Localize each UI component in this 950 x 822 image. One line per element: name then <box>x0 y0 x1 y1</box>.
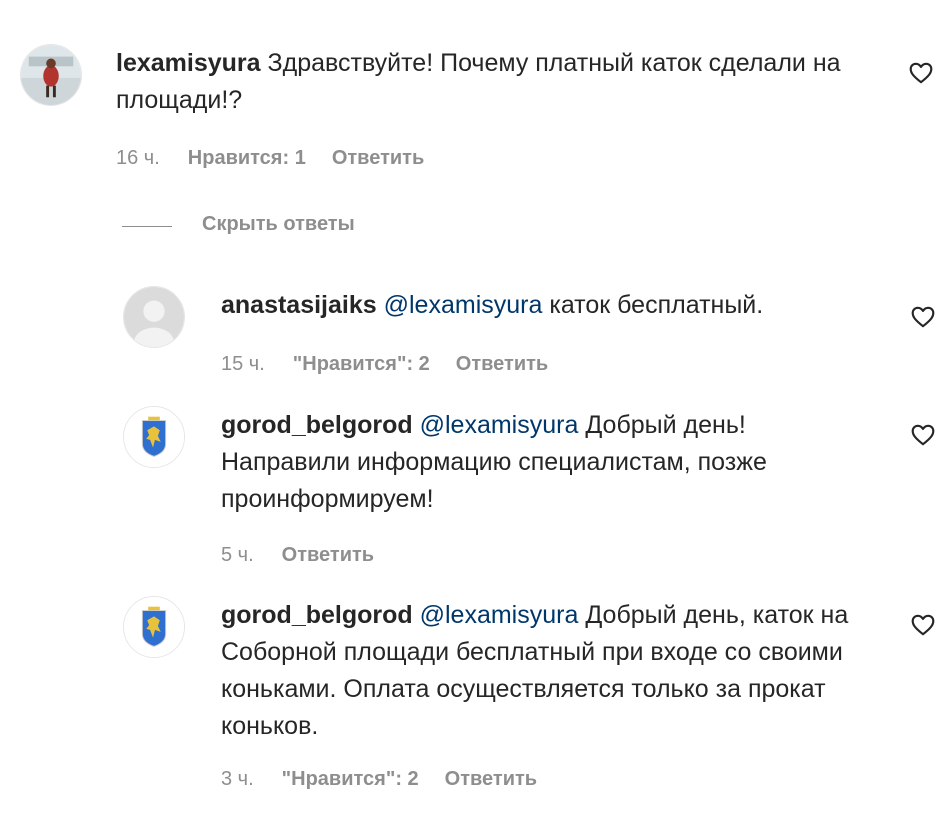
hide-replies-button[interactable]: Скрыть ответы <box>202 213 355 236</box>
avatar-lexamisyura[interactable] <box>20 44 82 106</box>
avatar-gorod-belgorod[interactable] <box>123 406 185 468</box>
comment-meta: 16 ч. Нравится: 1 Ответить <box>116 147 424 170</box>
reply-username[interactable]: anastasijaiks <box>221 291 377 319</box>
reply-time[interactable]: 5 ч. <box>221 544 254 567</box>
heart-outline-icon[interactable] <box>910 422 936 448</box>
reply-meta: 15 ч. "Нравится": 2 Ответить <box>221 353 548 376</box>
comment-reply-button[interactable]: Ответить <box>332 147 424 170</box>
heart-outline-icon[interactable] <box>910 612 936 638</box>
reply-likes[interactable]: "Нравится": 2 <box>282 768 419 791</box>
reply-meta: 3 ч. "Нравится": 2 Ответить <box>221 768 537 791</box>
reply-text: gorod_belgorod @lexamisyura Добрый день!… <box>221 407 881 518</box>
comment-time[interactable]: 16 ч. <box>116 147 160 170</box>
reply-time[interactable]: 15 ч. <box>221 353 265 376</box>
reply-text: anastasijaiks @lexamisyura каток бесплат… <box>221 287 901 324</box>
reply-time[interactable]: 3 ч. <box>221 768 254 791</box>
reply-username[interactable]: gorod_belgorod <box>221 601 413 629</box>
reply-mention[interactable]: @lexamisyura <box>384 291 543 319</box>
reply-text: gorod_belgorod @lexamisyura Добрый день,… <box>221 597 891 745</box>
hide-replies-divider <box>122 226 172 227</box>
comment-text: lexamisyura Здравствуйте! Почему платный… <box>116 45 896 119</box>
reply-reply-button[interactable]: Ответить <box>445 768 537 791</box>
comment-likes[interactable]: Нравится: 1 <box>188 147 306 170</box>
heart-outline-icon[interactable] <box>910 304 936 330</box>
avatar-gorod-belgorod[interactable] <box>123 596 185 658</box>
avatar-anastasijaiks[interactable] <box>123 286 185 348</box>
reply-meta: 5 ч. Ответить <box>221 544 374 567</box>
reply-username[interactable]: gorod_belgorod <box>221 411 413 439</box>
reply-mention[interactable]: @lexamisyura <box>420 601 579 629</box>
reply-body: каток бесплатный. <box>549 291 764 319</box>
heart-outline-icon[interactable] <box>908 60 934 86</box>
comment-username[interactable]: lexamisyura <box>116 49 261 77</box>
reply-likes[interactable]: "Нравится": 2 <box>293 353 430 376</box>
reply-mention[interactable]: @lexamisyura <box>420 411 579 439</box>
reply-reply-button[interactable]: Ответить <box>456 353 548 376</box>
reply-reply-button[interactable]: Ответить <box>282 544 374 567</box>
